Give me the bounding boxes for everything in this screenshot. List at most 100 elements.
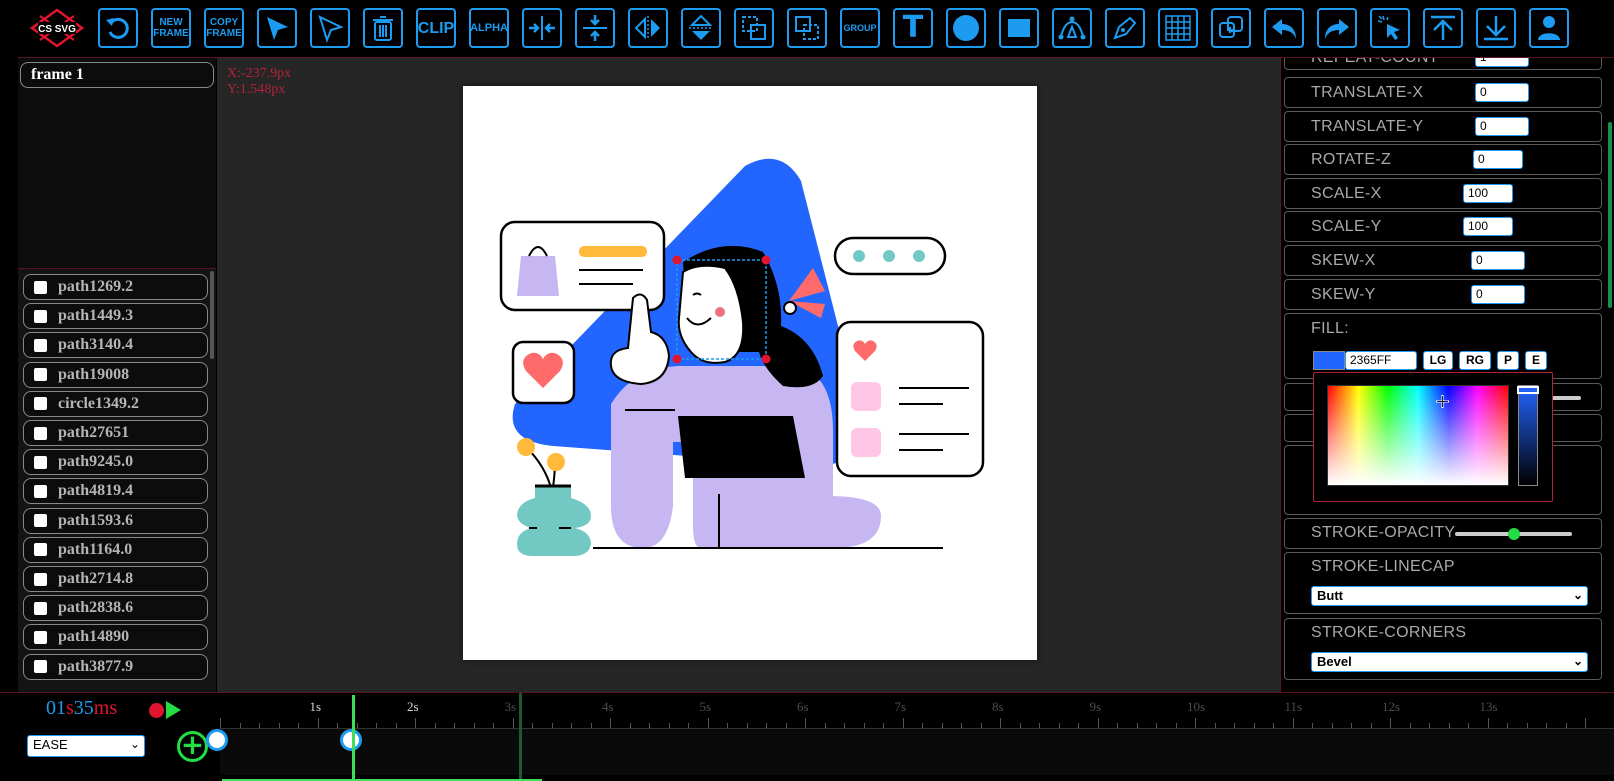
layer-visibility-checkbox[interactable] <box>34 280 47 294</box>
boolean-button[interactable] <box>1211 8 1251 48</box>
move-down-button[interactable] <box>1476 8 1516 48</box>
layer-item[interactable]: path1593.6 <box>23 507 208 534</box>
layer-visibility-checkbox[interactable] <box>34 455 47 469</box>
keyframe-marker[interactable] <box>206 729 228 751</box>
layer-visibility-checkbox[interactable] <box>34 660 47 674</box>
stroke-linecap-value: Butt <box>1317 588 1343 603</box>
layer-visibility-checkbox[interactable] <box>34 309 47 323</box>
add-keyframe-button[interactable]: + <box>177 731 208 762</box>
bezier-tool-button[interactable] <box>1052 8 1092 48</box>
rotate-button[interactable] <box>98 8 138 48</box>
rect-tool-button[interactable] <box>999 8 1039 48</box>
stroke-opacity-slider[interactable] <box>1455 528 1572 540</box>
layer-item[interactable]: path2838.6 <box>23 595 208 622</box>
layer-item[interactable]: path2714.8 <box>23 566 208 592</box>
layer-visibility-checkbox[interactable] <box>34 397 47 411</box>
layer-visibility-checkbox[interactable] <box>34 484 47 498</box>
timeline-track[interactable] <box>206 729 1614 775</box>
stroke-linecap-select[interactable]: Butt ⌄ <box>1311 586 1588 606</box>
layer-visibility-checkbox[interactable] <box>34 572 47 586</box>
layer-item[interactable]: path27651 <box>23 420 208 446</box>
ruler-tick <box>961 723 962 728</box>
layer-visibility-checkbox[interactable] <box>34 368 47 382</box>
frame-item[interactable]: frame 1 <box>20 62 214 88</box>
select-tool-button[interactable] <box>257 8 297 48</box>
saturation-value-area[interactable] <box>1327 385 1509 486</box>
rotate-z-input[interactable]: 0 <box>1473 150 1523 169</box>
radial-gradient-button[interactable]: RG <box>1459 351 1491 370</box>
pointer-button[interactable] <box>1370 8 1410 48</box>
layer-item[interactable]: path14890 <box>23 624 208 651</box>
undo-button[interactable] <box>1264 8 1304 48</box>
linear-gradient-button[interactable]: LG <box>1423 351 1453 370</box>
ruler-tick <box>1390 718 1391 728</box>
record-button[interactable] <box>149 703 164 718</box>
layer-item[interactable]: circle1349.2 <box>23 390 208 417</box>
layer-item[interactable]: path1449.3 <box>23 303 208 330</box>
align-horizontal-button[interactable] <box>522 8 562 48</box>
skew-y-input[interactable]: 0 <box>1471 285 1525 304</box>
layer-visibility-checkbox[interactable] <box>34 630 47 644</box>
text-tool-button[interactable]: T <box>893 8 933 48</box>
fill-color-swatch[interactable] <box>1313 351 1345 370</box>
layer-item[interactable]: path3877.9 <box>23 653 208 680</box>
properties-scrollbar[interactable] <box>1608 122 1612 308</box>
keyframe-marker[interactable] <box>340 729 362 751</box>
hue-slider-handle[interactable] <box>1517 386 1539 394</box>
layer-item[interactable]: path4819.4 <box>23 478 208 505</box>
empty-fill-button[interactable]: E <box>1525 351 1547 370</box>
layer-visibility-checkbox[interactable] <box>34 514 47 528</box>
stroke-opacity-thumb[interactable] <box>1507 528 1520 540</box>
group-button[interactable]: GROUP <box>840 8 880 48</box>
flip-horizontal-button[interactable] <box>628 8 668 48</box>
illustration <box>499 158 985 556</box>
align-vertical-button[interactable] <box>575 8 615 48</box>
scale-x-input[interactable]: 100 <box>1463 184 1513 203</box>
cursor-x-readout: X:-237.9px <box>227 66 292 81</box>
redo-button[interactable] <box>1317 8 1357 48</box>
layer-visibility-checkbox[interactable] <box>34 601 47 615</box>
new-frame-button[interactable]: NEW FRAME <box>151 8 191 48</box>
delete-button[interactable] <box>363 8 403 48</box>
alpha-button[interactable]: ALPHA <box>469 8 509 48</box>
grid-button[interactable] <box>1158 8 1198 48</box>
canvas-area[interactable]: X:-237.9px Y:1.548px <box>217 58 1280 692</box>
layer-item[interactable]: path9245.0 <box>23 449 208 476</box>
flip-vertical-button[interactable] <box>681 8 721 48</box>
scale-y-input[interactable]: 100 <box>1463 217 1513 236</box>
translate-x-input[interactable]: 0 <box>1475 83 1529 102</box>
layer-visibility-checkbox[interactable] <box>34 543 47 557</box>
pattern-button[interactable]: P <box>1497 351 1519 370</box>
playhead[interactable] <box>352 695 355 780</box>
user-button[interactable] <box>1529 8 1569 48</box>
layer-name: path2714.8 <box>58 570 134 587</box>
ruler-tick <box>707 718 709 728</box>
play-icon[interactable] <box>166 701 181 719</box>
artboard[interactable] <box>463 86 1037 660</box>
clip-button[interactable]: CLIP <box>416 8 456 48</box>
duplicate-alt-button[interactable] <box>787 8 827 48</box>
layer-visibility-checkbox[interactable] <box>34 338 47 352</box>
repeat-count-input[interactable]: 1 <box>1475 58 1529 67</box>
skew-x-input[interactable]: 0 <box>1471 251 1525 270</box>
circle-tool-button[interactable] <box>946 8 986 48</box>
translate-y-input[interactable]: 0 <box>1475 117 1529 136</box>
move-up-button[interactable] <box>1423 8 1463 48</box>
easing-select[interactable]: EASE ⌄ <box>27 735 145 757</box>
pen-tool-button[interactable] <box>1105 8 1145 48</box>
copy-frame-button[interactable]: COPY FRAME <box>204 8 244 48</box>
logo[interactable]: CS SVG <box>29 8 85 48</box>
animation-end-marker[interactable] <box>519 693 522 780</box>
duplicate-button[interactable] <box>734 8 774 48</box>
hue-slider[interactable] <box>1517 385 1539 486</box>
fill-hex-input[interactable]: 2365FF <box>1345 351 1417 370</box>
layer-visibility-checkbox[interactable] <box>34 426 47 440</box>
layer-item[interactable]: path1164.0 <box>23 536 208 563</box>
layer-list-scrollbar[interactable] <box>210 271 214 359</box>
direct-select-button[interactable] <box>310 8 350 48</box>
layer-item[interactable]: path3140.4 <box>23 332 208 359</box>
layer-item[interactable]: path19008 <box>23 361 208 388</box>
timeline-ruler[interactable]: 1s 2s 3s 4s 5s 6s 7s 8s 9s 10s 11s 12s 13s <box>220 693 1614 729</box>
layer-item[interactable]: path1269.2 <box>23 274 208 300</box>
stroke-corners-select[interactable]: Bevel ⌄ <box>1311 652 1588 672</box>
